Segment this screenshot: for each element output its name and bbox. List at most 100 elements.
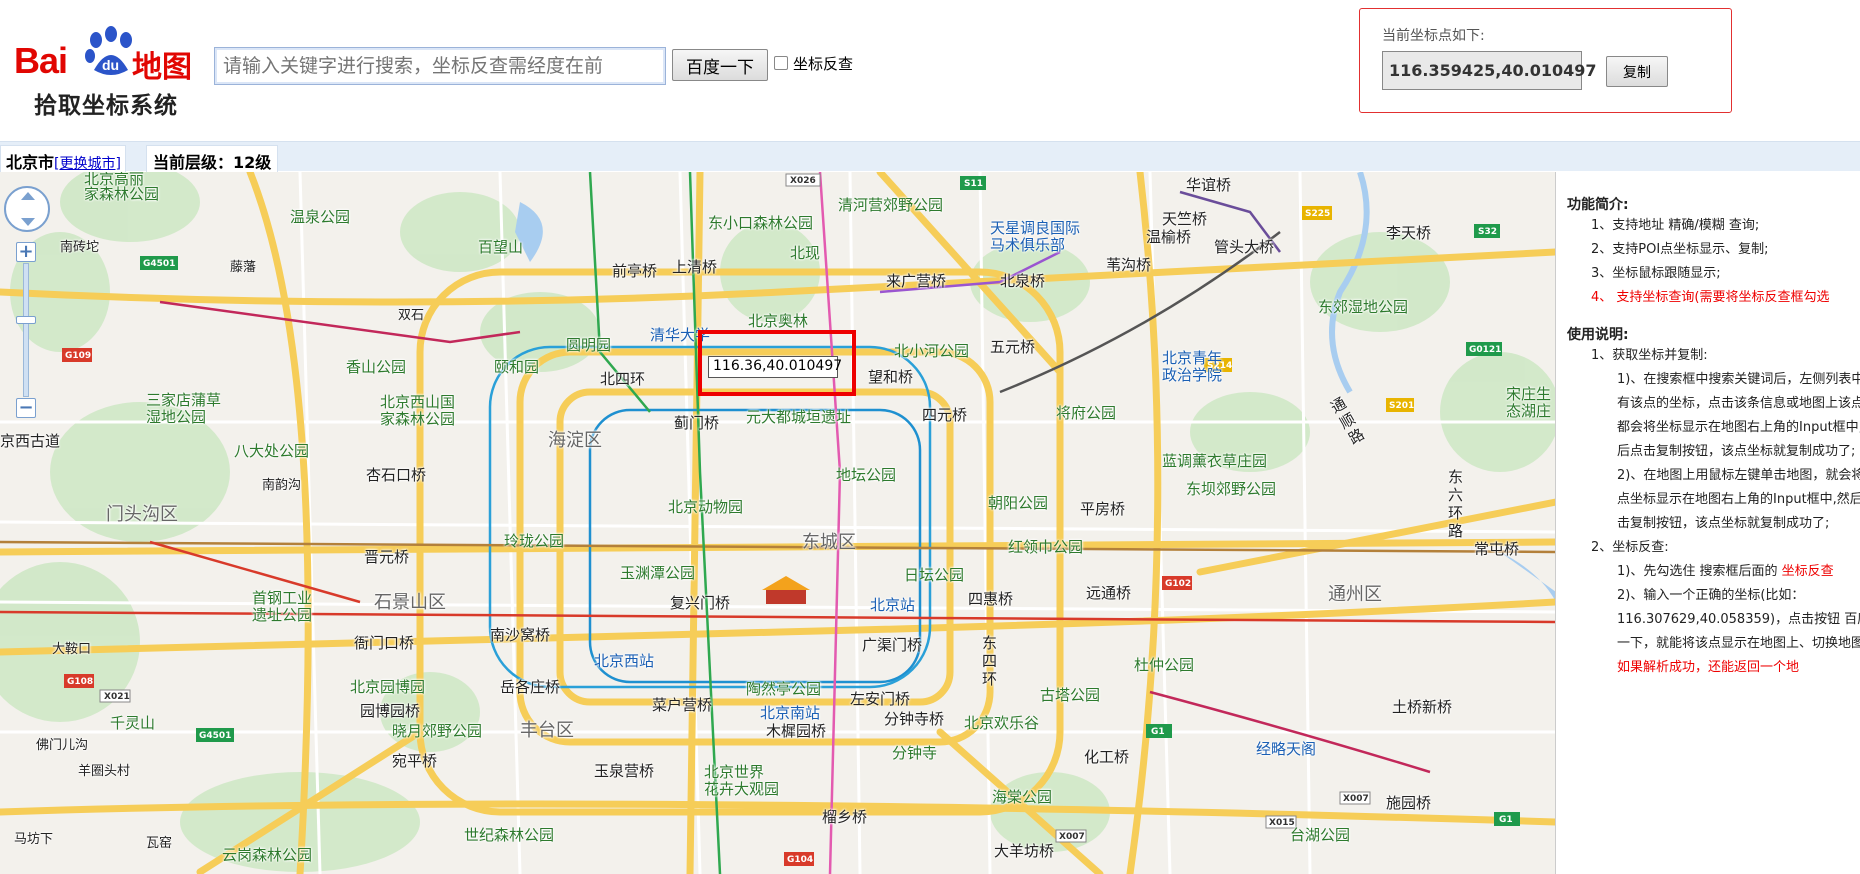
map-label: 东郊湿地公园 [1318, 298, 1409, 316]
intro-item: 1、支持地址 精确/模糊 查询; [1591, 218, 1760, 233]
road-shield: G108 [67, 677, 93, 687]
map-label: 颐和园 [494, 358, 540, 376]
city-tab: 北京市[更换城市] [0, 145, 126, 172]
road-shield: G4501 [143, 259, 175, 269]
map-label: 三家店蒲草 湿地公园 [146, 391, 222, 426]
map-label: 世纪森林公园 [464, 826, 555, 844]
map-label: 陶然亭公园 [746, 680, 822, 698]
map-label: 化工桥 [1084, 748, 1130, 766]
map-label: 左安门桥 [850, 690, 911, 708]
usage-item: 2、坐标反查: [1591, 540, 1669, 555]
map-label: 广渠门桥 [862, 636, 923, 654]
map-label: 双石 [398, 308, 425, 323]
usage-item: 2)、在地图上用鼠标左键单击地图，就会将该点坐标显示在地图右上角的Input框中… [1617, 468, 1860, 531]
baidu-map-logo[interactable]: Bai du 地图 拾取坐标系统 [14, 20, 194, 119]
map-label: 北京西山国 家森林公园 [380, 393, 456, 428]
map-label: 土桥新桥 [1392, 698, 1453, 716]
map-label: 台湖公园 [1290, 826, 1351, 844]
map-label: 千灵山 [110, 714, 156, 732]
map-label: 地坛公园 [836, 466, 897, 484]
map-label: 园博园桥 [360, 702, 421, 720]
search-button[interactable]: 百度一下 [672, 49, 768, 81]
map-label: 云岗森林公园 [222, 846, 313, 864]
map-label: 京西古道 [0, 432, 61, 450]
map-label: 北京世界 花卉大观园 [704, 763, 780, 798]
pan-control-icon[interactable] [4, 186, 50, 232]
map-label: 蓟门桥 [674, 414, 720, 432]
map-label: 北四环 [600, 370, 646, 388]
map-label: 晓月郊野公园 [392, 722, 483, 740]
road-shield: X026 [790, 176, 816, 186]
map-label: 百望山 [478, 238, 524, 256]
zoom-level-tab: 当前层级：12级 [146, 145, 279, 172]
road-shield: X007 [1059, 832, 1085, 842]
map-label: 北现 [790, 244, 821, 262]
map-label: 大鞍口 [52, 642, 92, 657]
map-label: 分钟寺桥 [884, 710, 945, 728]
zoom-in-button[interactable]: + [16, 242, 36, 262]
map-label: 石景山区 [374, 592, 446, 613]
map-label: 古塔公园 [1040, 686, 1101, 704]
change-city-link[interactable]: [更换城市] [54, 156, 121, 172]
map-label: 瓦窑 [146, 836, 173, 851]
map-label: 北泉桥 [1000, 272, 1046, 290]
zoom-slider-handle[interactable] [16, 316, 36, 324]
map-label: 红领巾公园 [1008, 538, 1084, 556]
map-label: 木樨园桥 [766, 722, 827, 740]
map-label: 天星调良国际 马术俱乐部 [990, 219, 1081, 254]
map-label: 北京站 [870, 596, 916, 614]
zoom-slider-track[interactable] [23, 263, 29, 397]
map-label: 温泉公园 [290, 208, 351, 226]
map-label: 衙门口桥 [354, 634, 415, 652]
map-label: 平房桥 [1080, 500, 1126, 518]
map-label: 蓝调薰衣草庄园 [1162, 452, 1268, 470]
map-canvas[interactable]: X026 S11 S225 S32 G4501 G109 G0121 S214 … [0, 172, 1556, 874]
reverse-lookup-checkbox[interactable] [774, 56, 788, 70]
map-label: 杜仲公园 [1134, 656, 1195, 674]
usage-text: 2)、输入一个正确的坐标(比如：116.307629,40.058359)，点击… [1617, 588, 1860, 651]
search-input[interactable] [214, 47, 666, 85]
map-label: 远通桥 [1086, 584, 1132, 602]
map-label: 北京西站 [594, 652, 655, 670]
road-shield: G0121 [1469, 345, 1501, 355]
map-label: 海淀区 [548, 430, 602, 451]
usage-item: 1)、先勾选住 搜索框后面的 坐标反查 [1591, 560, 1860, 584]
map-label: 南沙窝桥 [490, 626, 551, 644]
map-label: 羊圈头村 [78, 764, 131, 779]
map-label: 岳各庄桥 [500, 678, 561, 696]
map-label: 温榆桥 [1146, 228, 1192, 246]
reverse-lookup-label[interactable]: 坐标反查 [793, 53, 853, 74]
road-shield: G4501 [199, 731, 231, 741]
zoom-out-button[interactable]: − [16, 398, 36, 418]
map-label: 将府公园 [1056, 404, 1117, 422]
intro-item: 4、 支持坐标查询(需要将坐标反查框勾选 [1591, 290, 1830, 305]
road-shield: X021 [104, 692, 130, 702]
map-label: 北京动物园 [668, 498, 744, 516]
road-shield: S201 [1389, 401, 1414, 411]
usage-list: 1、获取坐标并复制: 1)、在搜索框中搜索关键词后，左侧列表中会有该点的坐标，点… [1591, 344, 1860, 680]
map-label: 南砖坨 [60, 240, 100, 255]
coordinate-title: 当前坐标点如下: [1382, 28, 1485, 44]
map-label: 宋庄生 态湖庄 [1506, 385, 1552, 420]
map-label: 八大处公园 [234, 442, 310, 460]
map-label: 前亭桥 [612, 262, 658, 280]
map-label: 管头大桥 [1214, 238, 1275, 256]
map-label: 门头沟区 [106, 504, 178, 525]
map-label: 藤藩 [230, 260, 257, 275]
intro-item: 3、坐标鼠标跟随显示; [1591, 266, 1721, 281]
usage-item: 1)、在搜索框中搜索关键词后，左侧列表中会有该点的坐标，点击该条信息或地图上该点… [1617, 372, 1860, 459]
map-label: 东城区 [802, 532, 856, 553]
coordinate-input[interactable]: 116.359425,40.010497 [1382, 51, 1597, 90]
map-label: 复兴门桥 [670, 594, 731, 612]
road-shield: G1 [1151, 727, 1165, 737]
map-label: 北京高丽 家森林公园 [84, 172, 160, 203]
map-info-bar: 北京市[更换城市] 当前层级：12级 [0, 141, 1860, 172]
intro-item: 2、支持POI点坐标显示、复制; [1591, 242, 1769, 257]
map-label: 首钢工业 遗址公园 [252, 589, 313, 624]
map-label: 马坊下 [14, 832, 54, 847]
copy-button[interactable]: 复制 [1606, 56, 1668, 87]
map-label: 清河营郊野公园 [838, 196, 944, 214]
map-label: 北京奥林 [748, 312, 809, 330]
map-label: 四元桥 [922, 406, 968, 424]
road-shield: S11 [964, 179, 983, 189]
